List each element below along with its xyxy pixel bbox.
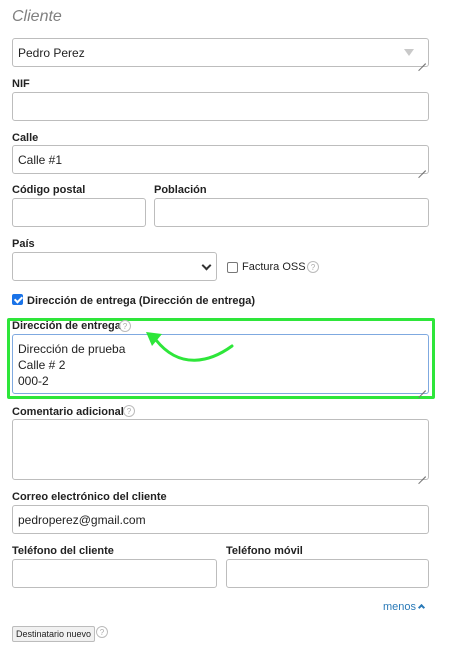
help-icon[interactable]: ? (123, 405, 135, 417)
calle-label: Calle (12, 132, 39, 144)
resize-handle-icon[interactable] (418, 383, 426, 391)
help-icon[interactable]: ? (307, 261, 319, 273)
movil-label: Teléfono móvil (226, 545, 303, 557)
telefono-input[interactable] (12, 559, 217, 588)
codigo-postal-label: Código postal (12, 184, 86, 196)
client-select[interactable]: Pedro Perez (12, 38, 429, 67)
resize-handle-icon[interactable] (418, 163, 426, 171)
section-title: Cliente (12, 8, 62, 25)
direccion-entrega-label: Dirección de entrega (12, 320, 121, 332)
menos-label: menos (383, 601, 417, 613)
factura-oss-label: Factura OSS (242, 261, 306, 273)
codigo-postal-input[interactable] (12, 198, 146, 227)
chevron-down-icon (201, 260, 212, 271)
correo-label: Correo electrónico del cliente (12, 491, 167, 503)
pais-select[interactable] (12, 252, 217, 281)
telefono-label: Teléfono del cliente (12, 545, 114, 557)
direccion-entrega-value: Dirección de prueba Calle # 2 000-2 (18, 342, 126, 388)
movil-input[interactable] (226, 559, 429, 588)
poblacion-label: Población (154, 184, 207, 196)
resize-handle-icon[interactable] (418, 469, 426, 477)
nif-input[interactable] (12, 92, 429, 121)
calle-input[interactable]: Calle #1 (12, 145, 429, 174)
resize-handle-icon[interactable] (418, 56, 426, 64)
poblacion-input[interactable] (154, 198, 429, 227)
chevron-up-icon (417, 603, 426, 612)
calle-value: Calle #1 (18, 152, 63, 167)
select-arrow-icon (404, 49, 414, 56)
direccion-entrega-checkbox-label: Dirección de entrega (Dirección de entre… (27, 295, 256, 307)
help-icon[interactable]: ? (96, 626, 108, 638)
pais-label: País (12, 238, 35, 250)
client-select-value: Pedro Perez (18, 45, 85, 60)
destinatario-nuevo-button[interactable]: Destinatario nuevo (12, 626, 96, 642)
help-icon[interactable]: ? (119, 320, 131, 332)
menos-link[interactable]: menos (383, 601, 426, 613)
comentario-textarea[interactable] (12, 419, 429, 480)
direccion-entrega-checkbox[interactable] (12, 294, 23, 305)
comentario-label: Comentario adicional (12, 406, 124, 418)
correo-input[interactable]: pedroperez@gmail.com (12, 505, 429, 534)
green-arrow-icon (146, 332, 234, 362)
factura-oss-checkbox[interactable] (227, 262, 238, 273)
nif-label: NIF (12, 78, 30, 90)
